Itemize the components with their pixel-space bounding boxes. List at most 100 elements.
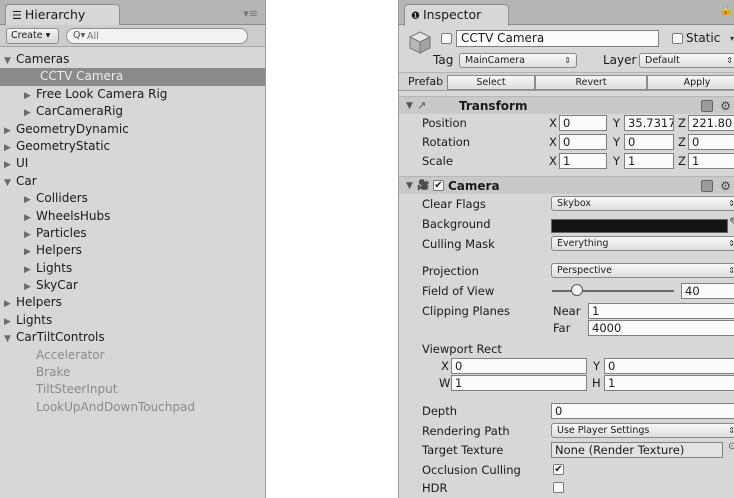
hierarchy-item[interactable]: ▼ CarTiltControls bbox=[0, 329, 265, 346]
hierarchy-item[interactable]: ▶ Lights bbox=[0, 312, 265, 329]
updown-icon: ⇕ bbox=[564, 56, 571, 65]
hierarchy-item-label: Lights bbox=[36, 260, 73, 275]
hierarchy-item[interactable]: CCTV Camera bbox=[0, 68, 265, 86]
list-icon: ☰ bbox=[12, 9, 22, 22]
inspector-panel: ❶ Inspector 🔒 CCTV Camera Static ▾ Tag Ma… bbox=[398, 0, 734, 498]
viewport-w-field[interactable]: 1 bbox=[451, 375, 587, 391]
rendering-path-dropdown[interactable]: Use Player Settings ⇕ bbox=[551, 423, 734, 438]
hierarchy-item[interactable]: ▶ Particles bbox=[0, 225, 265, 242]
viewport-x-label: X bbox=[441, 359, 449, 373]
hierarchy-item[interactable]: ▶ Lights bbox=[0, 260, 265, 277]
hierarchy-item-label: Helpers bbox=[36, 243, 82, 258]
hierarchy-item[interactable]: ▶ Helpers bbox=[0, 242, 265, 259]
hierarchy-item[interactable]: Brake bbox=[0, 364, 265, 381]
viewport-x-field[interactable]: 0 bbox=[451, 358, 587, 374]
hierarchy-panel: ☰Hierarchy ▾≡ Create ▾ Q▾ ▼CamerasCCTV C… bbox=[0, 0, 266, 498]
hierarchy-item[interactable]: ▶ Helpers bbox=[0, 294, 265, 311]
tag-dropdown[interactable]: MainCamera ⇕ bbox=[459, 53, 577, 68]
near-label: Near bbox=[553, 304, 581, 318]
search-icon: Q▾ bbox=[73, 30, 86, 41]
hierarchy-item[interactable]: ▶ SkyCar bbox=[0, 277, 265, 294]
gear-icon[interactable]: ⚙ bbox=[720, 97, 731, 115]
background-label: Background bbox=[422, 217, 491, 231]
hierarchy-search[interactable]: Q▾ bbox=[66, 28, 248, 44]
foldout-arrow-icon[interactable]: ▼ bbox=[406, 177, 413, 195]
position-x-field[interactable]: 0 bbox=[559, 115, 607, 131]
hierarchy-item-label: Lights bbox=[16, 312, 53, 327]
updown-icon: ⇕ bbox=[728, 424, 734, 437]
hierarchy-item[interactable]: ▶ CarCameraRig bbox=[0, 103, 265, 120]
target-texture-field[interactable]: None (Render Texture) bbox=[551, 442, 723, 458]
help-book-icon[interactable] bbox=[701, 100, 713, 112]
eyedropper-icon[interactable]: ✎ bbox=[729, 215, 734, 229]
create-button[interactable]: Create ▾ bbox=[6, 28, 59, 44]
rotation-x-field[interactable]: 0 bbox=[559, 134, 607, 150]
near-field[interactable]: 1 bbox=[588, 303, 734, 319]
prefab-select-button[interactable]: Select bbox=[447, 75, 535, 90]
fov-field[interactable]: 40 bbox=[681, 283, 734, 299]
clear-flags-dropdown[interactable]: Skybox ⇕ bbox=[551, 196, 734, 211]
help-book-icon[interactable] bbox=[701, 180, 713, 192]
prefab-revert-button[interactable]: Revert bbox=[535, 75, 647, 90]
static-dropdown-icon[interactable]: ▾ bbox=[730, 31, 734, 46]
foldout-arrow-icon[interactable]: ▼ bbox=[406, 97, 413, 115]
hdr-checkbox[interactable] bbox=[553, 482, 564, 493]
viewport-h-field[interactable]: 1 bbox=[604, 375, 734, 391]
hierarchy-item-label: GeometryDynamic bbox=[16, 121, 129, 136]
hierarchy-item[interactable]: ▶ UI bbox=[0, 155, 265, 172]
position-y-label: Y bbox=[613, 116, 621, 130]
transform-icon: ↗ bbox=[417, 99, 427, 112]
fov-slider-thumb[interactable] bbox=[571, 284, 583, 296]
scale-z-field[interactable]: 1 bbox=[688, 153, 734, 169]
rotation-label: Rotation bbox=[422, 135, 471, 149]
viewport-y-field[interactable]: 0 bbox=[604, 358, 734, 374]
hierarchy-item[interactable]: TiltSteerInput bbox=[0, 381, 265, 398]
occlusion-culling-checkbox[interactable]: ✔ bbox=[553, 464, 564, 475]
rotation-z-field[interactable]: 0 bbox=[688, 134, 734, 150]
hierarchy-item[interactable]: ▶ GeometryDynamic bbox=[0, 121, 265, 138]
static-checkbox[interactable] bbox=[672, 33, 683, 44]
prefab-apply-button[interactable]: Apply bbox=[647, 75, 734, 90]
background-color-field[interactable] bbox=[551, 219, 728, 233]
position-y-field[interactable]: 35.7317 bbox=[624, 115, 674, 131]
scale-y-field[interactable]: 1 bbox=[624, 153, 674, 169]
scale-x-field[interactable]: 1 bbox=[559, 153, 607, 169]
culling-mask-dropdown[interactable]: Everything ⇕ bbox=[551, 236, 734, 251]
rotation-x-label: X bbox=[549, 135, 557, 149]
occlusion-culling-label: Occlusion Culling bbox=[422, 463, 521, 477]
active-checkbox[interactable] bbox=[441, 33, 452, 44]
viewport-rect-label: Viewport Rect bbox=[422, 342, 502, 356]
culling-mask-label: Culling Mask bbox=[422, 237, 495, 251]
hierarchy-item-label: Colliders bbox=[36, 191, 88, 206]
lock-icon[interactable]: 🔒 bbox=[720, 5, 732, 16]
rotation-y-field[interactable]: 0 bbox=[624, 134, 674, 150]
hierarchy-item[interactable]: LookUpAndDownTouchpad bbox=[0, 399, 265, 416]
hierarchy-item-label: TiltSteerInput bbox=[36, 382, 118, 397]
hierarchy-item[interactable]: ▶ Free Look Camera Rig bbox=[0, 86, 265, 103]
hierarchy-item[interactable]: ▼ Cameras bbox=[0, 51, 265, 68]
hierarchy-item[interactable]: ▶ Colliders bbox=[0, 190, 265, 207]
projection-dropdown[interactable]: Perspective ⇕ bbox=[551, 263, 734, 278]
gear-icon[interactable]: ⚙ bbox=[720, 177, 731, 195]
search-input[interactable] bbox=[87, 30, 237, 42]
hierarchy-item[interactable]: Accelerator bbox=[0, 347, 265, 364]
position-z-field[interactable]: 221.80 bbox=[688, 115, 734, 131]
tab-hierarchy[interactable]: ☰ Hierarchy bbox=[5, 4, 120, 26]
transform-header[interactable]: ▼ ↗ Transform ⚙ bbox=[399, 96, 734, 114]
camera-header[interactable]: ▼ 🎥 ✔ Camera ⚙ bbox=[399, 176, 734, 194]
depth-field[interactable]: 0 bbox=[551, 403, 734, 419]
scale-z-label: Z bbox=[678, 154, 686, 168]
panel-menu-icon[interactable]: ▾≡ bbox=[243, 7, 258, 20]
layer-dropdown[interactable]: Default ⇕ bbox=[639, 53, 734, 68]
camera-enabled-checkbox[interactable]: ✔ bbox=[433, 180, 444, 191]
object-picker-icon[interactable]: ⊙ bbox=[728, 441, 734, 452]
far-field[interactable]: 4000 bbox=[588, 320, 734, 336]
hierarchy-item-label: Free Look Camera Rig bbox=[36, 86, 168, 101]
hierarchy-item[interactable]: ▼ Car bbox=[0, 173, 265, 190]
hierarchy-item[interactable]: ▶ WheelsHubs bbox=[0, 208, 265, 225]
position-z-label: Z bbox=[678, 116, 686, 130]
hierarchy-item[interactable]: ▶ GeometryStatic bbox=[0, 138, 265, 155]
hierarchy-item-label: CarCameraRig bbox=[36, 104, 124, 119]
object-name-field[interactable]: CCTV Camera bbox=[456, 30, 659, 47]
tab-inspector[interactable]: ❶ Inspector bbox=[404, 4, 509, 26]
